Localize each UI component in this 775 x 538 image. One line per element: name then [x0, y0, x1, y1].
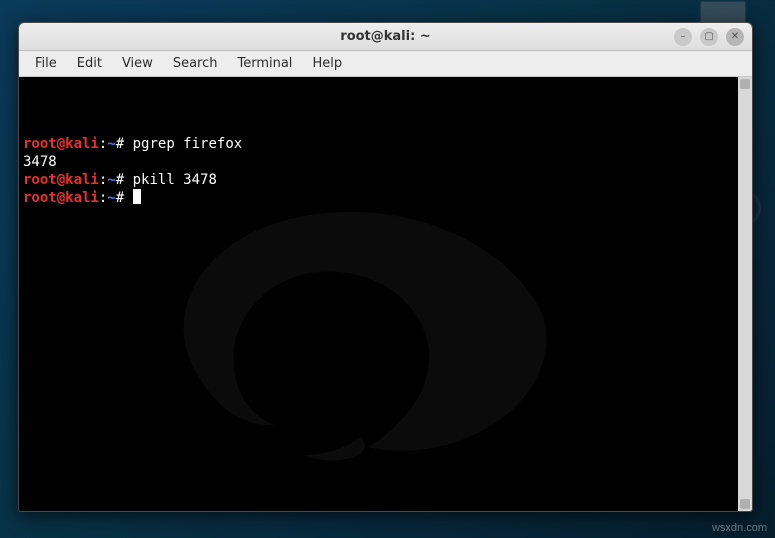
scrollbar-button-down[interactable]	[740, 499, 750, 509]
window-controls: – ▢ ✕	[674, 28, 744, 46]
terminal-line: root@kali:~#	[23, 189, 734, 207]
terminal-area: root@kali:~# pgrep firefox3478root@kali:…	[19, 77, 752, 511]
scrollbar-button-up[interactable]	[740, 79, 750, 89]
menu-terminal[interactable]: Terminal	[227, 54, 302, 73]
terminal-line: root@kali:~# pkill 3478	[23, 171, 734, 189]
watermark-text: wsxdn.com	[712, 522, 767, 534]
menubar: File Edit View Search Terminal Help	[19, 51, 752, 77]
prompt-userhost: root@kali	[23, 136, 99, 152]
prompt-userhost: root@kali	[23, 172, 99, 188]
close-icon: ✕	[731, 31, 739, 42]
minimize-icon: –	[681, 31, 686, 42]
menu-view[interactable]: View	[112, 54, 163, 73]
terminal-body[interactable]: root@kali:~# pgrep firefox3478root@kali:…	[19, 77, 738, 511]
maximize-button[interactable]: ▢	[700, 28, 718, 46]
output-text: 3478	[23, 154, 57, 170]
prompt-path: ~	[107, 136, 115, 152]
menu-help[interactable]: Help	[302, 54, 352, 73]
minimize-button[interactable]: –	[674, 28, 692, 46]
prompt-path: ~	[107, 172, 115, 188]
menu-search[interactable]: Search	[163, 54, 228, 73]
terminal-line: 3478	[23, 153, 734, 171]
titlebar[interactable]: root@kali: ~ – ▢ ✕	[19, 23, 752, 51]
terminal-line: root@kali:~# pgrep firefox	[23, 135, 734, 153]
prompt-path: ~	[107, 190, 115, 206]
cursor	[133, 189, 141, 204]
maximize-icon: ▢	[704, 31, 713, 42]
scrollbar[interactable]	[738, 77, 752, 511]
menu-edit[interactable]: Edit	[67, 54, 112, 73]
close-button[interactable]: ✕	[726, 28, 744, 46]
menu-file[interactable]: File	[25, 54, 67, 73]
prompt-userhost: root@kali	[23, 190, 99, 206]
command-text: pgrep firefox	[124, 136, 242, 152]
terminal-window: root@kali: ~ – ▢ ✕ File Edit View Search…	[18, 22, 753, 512]
command-text: pkill 3478	[124, 172, 217, 188]
command-text	[124, 190, 132, 206]
window-title: root@kali: ~	[340, 29, 430, 44]
